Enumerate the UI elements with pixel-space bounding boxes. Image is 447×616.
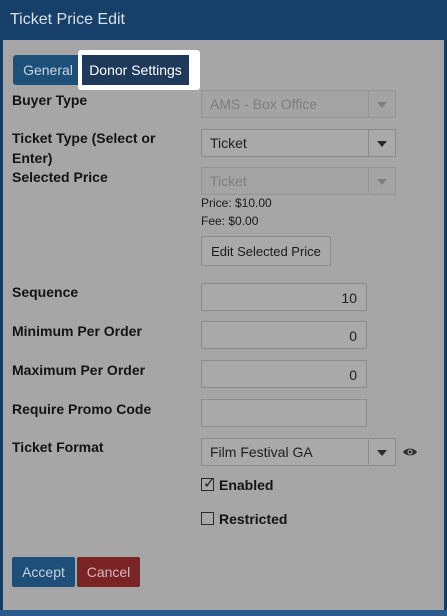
dialog-title: Ticket Price Edit [10,11,125,28]
minimum-per-order-input[interactable]: 0 [201,321,367,349]
buyer-type-value: AMS - Box Office [210,96,318,112]
selected-price-label: Selected Price [12,169,108,185]
checkmark-icon: ✓ [203,475,216,492]
ticket-price-edit-dialog: Ticket Price Edit General Donor Settings… [0,0,447,616]
enabled-checkbox[interactable]: ✓ [201,475,216,492]
window-bottom-border [0,610,447,616]
dialog-body: General Donor Settings Buyer Type AMS - … [3,40,444,610]
maximum-per-order-value: 0 [349,367,357,383]
ticket-type-value: Ticket [210,135,247,151]
tab-donor-settings-highlight: Donor Settings [78,50,200,90]
fee-text: Fee: $0.00 [201,214,259,228]
minimum-per-order-value: 0 [349,328,357,344]
chevron-down-icon[interactable] [368,439,395,465]
ticket-type-select[interactable]: Ticket [201,129,396,157]
eye-icon[interactable] [402,444,418,460]
selected-price-select: Ticket [201,167,396,195]
edit-selected-price-button[interactable]: Edit Selected Price [201,236,331,266]
require-promo-code-input[interactable] [201,399,367,427]
price-text: Price: $10.00 [201,196,272,210]
selected-price-value: Ticket [210,173,247,189]
sequence-input[interactable]: 10 [201,283,367,311]
maximum-per-order-label: Maximum Per Order [12,362,146,378]
minimum-per-order-label: Minimum Per Order [12,323,142,339]
require-promo-code-label: Require Promo Code [12,401,152,417]
ticket-format-label: Ticket Format [12,439,104,455]
ticket-format-select[interactable]: Film Festival GA [201,438,396,466]
chevron-down-icon [368,168,395,194]
enabled-label: Enabled [219,477,274,493]
sequence-label: Sequence [12,284,79,300]
title-bar[interactable]: Ticket Price Edit [0,0,447,40]
tab-general[interactable]: General [13,55,83,85]
accept-button[interactable]: Accept [12,557,75,587]
maximum-per-order-input[interactable]: 0 [201,360,367,388]
sequence-value: 10 [341,290,357,306]
buyer-type-select: AMS - Box Office [201,90,396,118]
buyer-type-label: Buyer Type [12,92,88,108]
ticket-type-label-line2: Enter) [12,150,53,166]
ticket-format-value: Film Festival GA [210,444,313,460]
tab-donor-settings[interactable]: Donor Settings [82,55,189,85]
chevron-down-icon[interactable] [368,130,395,156]
cancel-button[interactable]: Cancel [77,557,140,587]
ticket-type-label: Ticket Type (Select or Enter) [12,128,155,168]
ticket-type-label-line1: Ticket Type (Select or [12,130,156,146]
restricted-label: Restricted [219,511,288,527]
restricted-checkbox[interactable] [201,512,214,525]
chevron-down-icon [368,91,395,117]
